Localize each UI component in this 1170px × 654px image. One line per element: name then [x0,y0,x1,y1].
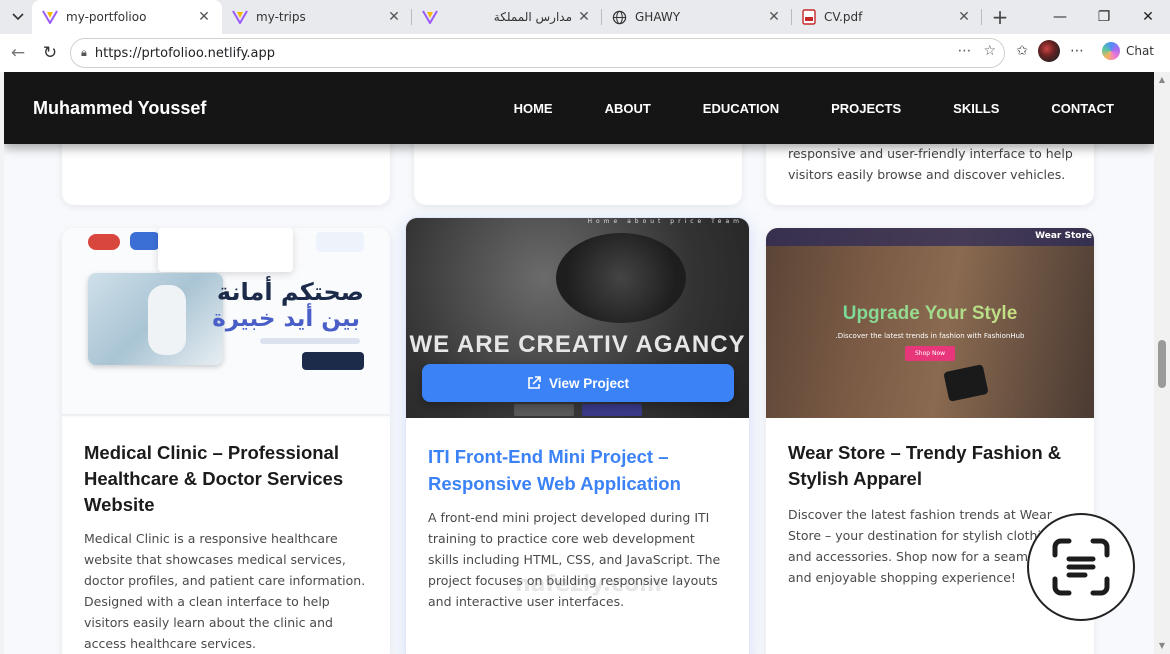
thumb-heading-arabic: صحتكم أمانة [216,278,364,306]
site-info-icon[interactable]: 🔒︎ [81,46,87,60]
card-description: responsive and user-friendly interface t… [788,146,1073,182]
tab-my-portfolioo[interactable]: my-portfolioo ✕ [32,0,222,34]
nav-skills[interactable]: SKILLS [953,101,999,116]
chat-label: Chat [1125,44,1154,58]
nav-projects[interactable]: PROJECTS [831,101,901,116]
more-menu-icon[interactable]: ⋯ [1070,43,1084,59]
view-project-button[interactable]: View Project [422,364,734,402]
scroll-down-icon[interactable]: ▼ [1154,638,1170,654]
project-description: Medical Clinic is a responsive healthcar… [84,531,366,651]
copilot-icon [1101,42,1120,60]
project-thumbnail[interactable]: Home about price Team WE ARE CREATIV AGA… [406,218,749,418]
close-icon[interactable]: ✕ [766,9,782,25]
project-thumbnail[interactable]: صحتكم أمانة بين أيد خبيرة [62,228,390,418]
url-field[interactable]: 🔒︎ https://prtofolioo.netlify.app ⋯ ☆ [70,38,1005,68]
back-arrow-icon[interactable]: ← [2,37,34,69]
site-brand[interactable]: Muhammed Youssef [33,98,206,119]
page-viewport: responsive and user-friendly interface t… [4,72,1154,654]
close-window-button[interactable]: ✕ [1126,0,1170,34]
tab-ghawy[interactable]: GHAWY ✕ [602,0,792,34]
tab-title: CV.pdf [824,10,863,24]
tab-cv-pdf[interactable]: CV.pdf ✕ [792,0,982,34]
close-icon[interactable]: ✕ [196,9,212,25]
new-tab-button[interactable]: + [986,5,1014,29]
nav-about[interactable]: ABOUT [605,101,651,116]
project-title[interactable]: ITI Front-End Mini Project – Responsive … [428,443,718,497]
copilot-chat-button[interactable]: Chat [1094,38,1162,64]
thumb-logo: Wear Store [1035,231,1092,241]
tab-title: my-portfolioo [66,10,147,24]
close-icon[interactable]: ✕ [956,9,972,25]
tab-my-trips[interactable]: my-trips ✕ [222,0,412,34]
pdf-icon [802,9,816,25]
close-icon[interactable]: ✕ [576,9,592,25]
reload-icon[interactable]: ↻ [34,37,66,69]
watermark: nafezly.com [515,572,663,597]
tab-title: GHAWY [635,10,681,24]
tab-title: my-trips [256,10,306,24]
text-scan-icon [1052,538,1110,596]
thumb-subheading: .Discover the latest trends in fashion w… [835,332,1025,340]
project-title: Wear Store – Trendy Fashion & Stylish Ap… [788,442,1062,489]
thumb-shop-button: Shop Now [905,346,955,361]
url-text: https://prtofolioo.netlify.app [94,45,276,61]
vite-icon [422,10,438,24]
thumb-subheading-arabic: بين أيد خبيرة [212,306,360,332]
nav-contact[interactable]: CONTACT [1051,101,1114,116]
tab-title: مدارس المملكة [493,10,572,24]
tab-list-button[interactable] [4,3,32,31]
chevron-down-icon [12,13,24,21]
thumb-heading: Upgrade Your Style [766,303,1094,325]
scroll-up-icon[interactable]: ▲ [1154,72,1170,88]
window-controls: — ❐ ✕ [1038,0,1170,34]
close-icon[interactable]: ✕ [386,9,402,25]
vite-icon [232,10,248,24]
scroll-thumb[interactable] [1158,340,1166,388]
thumb-heading: WE ARE CREATIV AGANCY [409,331,746,358]
restore-button[interactable]: ❐ [1082,0,1126,34]
site-navbar: Muhammed Youssef HOME ABOUT EDUCATION PR… [4,72,1154,144]
thumb-nav: Home about price Team [587,218,743,225]
project-title: Medical Clinic – Professional Healthcare… [84,442,344,515]
minimize-button[interactable]: — [1038,0,1082,34]
view-project-label: View Project [548,375,630,391]
tab-madaris[interactable]: مدارس المملكة ✕ [412,0,602,34]
project-card-medical: صحتكم أمانة بين أيد خبيرة Medical Clinic… [62,228,390,654]
globe-icon [612,10,627,24]
favorites-icon[interactable]: ✩ [1016,43,1028,59]
favorite-star-icon[interactable]: ☆ [983,43,996,59]
page-actions-icon[interactable]: ⋯ [957,43,971,59]
profile-avatar[interactable] [1037,40,1060,62]
project-thumbnail[interactable]: Wear Store Upgrade Your Style .Discover … [766,228,1094,418]
nav-home[interactable]: HOME [514,101,553,116]
text-scan-button[interactable] [1027,513,1135,621]
nav-education[interactable]: EDUCATION [703,101,779,116]
vite-icon [42,10,58,24]
tab-strip: my-portfolioo ✕ my-trips ✕ مدارس المملكة… [0,0,1170,34]
external-link-icon [528,376,541,389]
address-toolbar: ← ↻ 🔒︎ https://prtofolioo.netlify.app ⋯ … [0,34,1170,72]
nav-menu: HOME ABOUT EDUCATION PROJECTS SKILLS CON… [462,72,1114,144]
page-scrollbar[interactable]: ▲ ▼ [1154,72,1170,654]
